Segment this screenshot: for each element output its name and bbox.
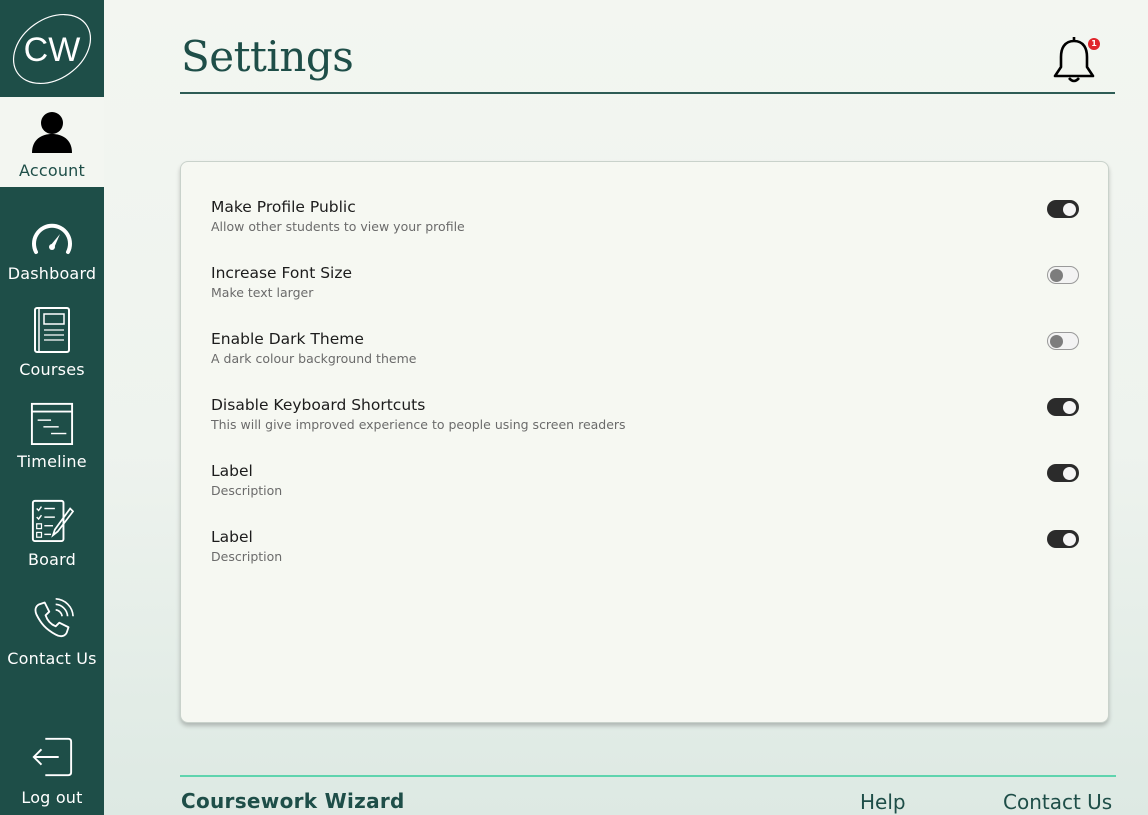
sidebar-item-contact-us[interactable]: Contact Us <box>0 595 104 668</box>
setting-label: Make Profile Public <box>211 198 356 216</box>
sidebar-item-label: Courses <box>19 360 85 379</box>
toggle-make-profile-public[interactable] <box>1047 200 1079 218</box>
sidebar-item-timeline[interactable]: Timeline <box>0 398 104 471</box>
toggle-knob <box>1063 532 1076 546</box>
setting-label: Disable Keyboard Shortcuts <box>211 396 426 414</box>
toggle-label-1[interactable] <box>1047 464 1079 482</box>
setting-description: A dark colour background theme <box>211 351 417 366</box>
toggle-knob <box>1050 334 1063 348</box>
setting-label: Label <box>211 528 253 546</box>
sidebar-item-courses[interactable]: Courses <box>0 306 104 379</box>
footer-brand: Coursework Wizard <box>181 789 405 813</box>
speedometer-icon <box>30 210 74 258</box>
setting-description: Description <box>211 483 283 498</box>
setting-row-make-profile-public: Make Profile Public Allow other students… <box>211 198 1081 246</box>
page-title: Settings <box>181 32 354 81</box>
sidebar-item-board[interactable]: Board <box>0 496 104 569</box>
logout-label: Log out <box>21 788 83 807</box>
checklist-board-icon <box>30 496 74 544</box>
sidebar-item-account[interactable]: Account <box>0 97 104 187</box>
phone-icon <box>30 595 74 643</box>
sidebar-item-label: Timeline <box>17 452 87 471</box>
toggle-disable-keyboard-shortcuts[interactable] <box>1047 398 1079 416</box>
logout-button[interactable]: Log out <box>0 736 104 807</box>
logout-icon <box>30 736 74 778</box>
setting-label: Enable Dark Theme <box>211 330 364 348</box>
setting-row-enable-dark-theme: Enable Dark Theme A dark colour backgrou… <box>211 330 1081 378</box>
sidebar: CW Account Dashboard Courses Timeline Bo… <box>0 0 104 815</box>
setting-row-disable-keyboard-shortcuts: Disable Keyboard Shortcuts This will giv… <box>211 396 1081 444</box>
setting-row-label-2: Label Description <box>211 528 1081 576</box>
sidebar-item-label: Account <box>18 161 85 180</box>
timeline-icon <box>30 398 74 446</box>
sidebar-item-label: Contact Us <box>7 649 97 668</box>
footer-help-link[interactable]: Help <box>860 790 906 814</box>
logo[interactable]: CW <box>0 0 104 97</box>
toggle-knob <box>1050 268 1063 282</box>
header-divider <box>180 92 1115 94</box>
sidebar-item-label: Dashboard <box>7 264 97 283</box>
logo-emblem: CW <box>12 13 92 84</box>
settings-card: Make Profile Public Allow other students… <box>180 161 1109 723</box>
footer-divider <box>180 775 1116 777</box>
footer-contact-link[interactable]: Contact Us <box>1003 790 1112 814</box>
toggle-knob <box>1063 466 1076 480</box>
logo-text: CW <box>24 31 81 69</box>
toggle-knob <box>1063 202 1076 216</box>
setting-row-label-1: Label Description <box>211 462 1081 510</box>
toggle-label-2[interactable] <box>1047 530 1079 548</box>
sidebar-item-dashboard[interactable]: Dashboard <box>0 210 104 283</box>
toggle-increase-font-size[interactable] <box>1047 266 1079 284</box>
setting-description: Make text larger <box>211 285 314 300</box>
setting-label: Increase Font Size <box>211 264 353 282</box>
toggle-knob <box>1063 400 1076 414</box>
toggle-enable-dark-theme[interactable] <box>1047 332 1079 350</box>
setting-description: This will give improved experience to pe… <box>211 417 626 432</box>
setting-label: Label <box>211 462 253 480</box>
setting-description: Description <box>211 549 283 564</box>
notification-badge: 1 <box>1088 38 1100 50</box>
book-icon <box>30 306 74 354</box>
setting-row-increase-font-size: Increase Font Size Make text larger <box>211 264 1081 312</box>
person-icon <box>30 107 74 155</box>
setting-description: Allow other students to view your profil… <box>211 219 465 234</box>
sidebar-item-label: Board <box>27 550 77 569</box>
